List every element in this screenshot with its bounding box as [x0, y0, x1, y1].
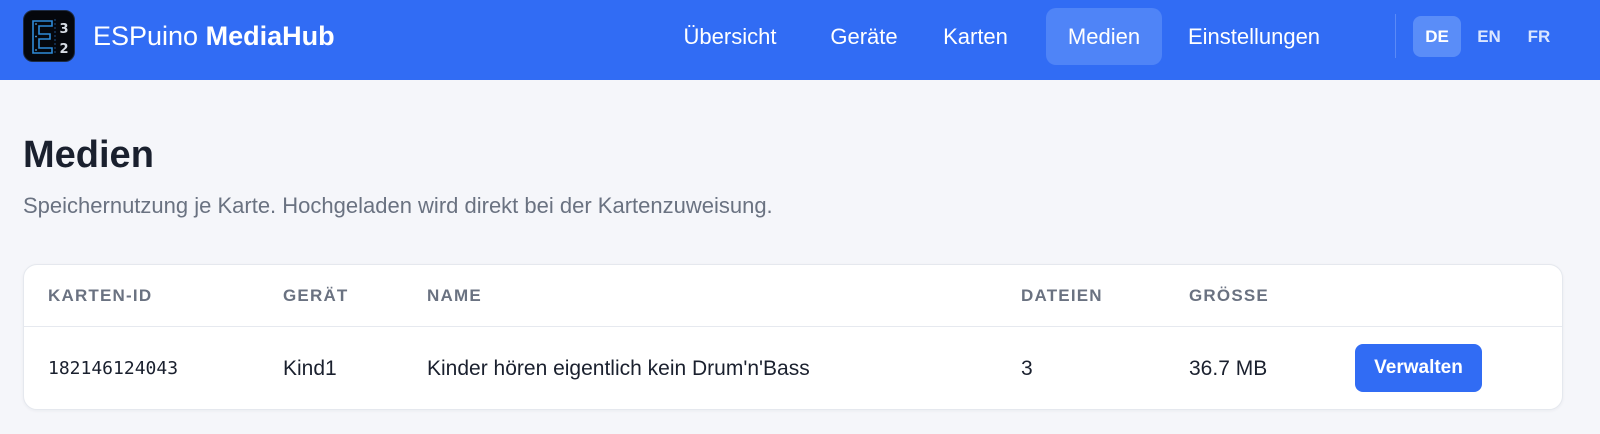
table-header-row: KARTEN-ID GERÄT NAME DATEIEN GRÖSSE — [24, 265, 1562, 327]
nav-item-karten[interactable]: Karten — [930, 8, 1021, 65]
table-row: 182146124043 Kind1 Kinder hören eigentli… — [24, 328, 1562, 410]
nav-item-uebersicht[interactable]: Übersicht — [676, 8, 784, 65]
logo-graphic: 3 2 E — [24, 11, 72, 59]
cell-device: Kind1 — [283, 357, 337, 380]
lang-fr-button[interactable]: FR — [1515, 16, 1563, 57]
app-title-bold: MediaHub — [205, 21, 335, 51]
nav-item-einstellungen[interactable]: Einstellungen — [1178, 8, 1330, 65]
app-title[interactable]: ESPuino MediaHub — [93, 20, 335, 52]
cell-name: Kinder hören eigentlich kein Drum'n'Bass — [427, 357, 810, 380]
column-header-files: DATEIEN — [1021, 286, 1103, 305]
media-table-card: KARTEN-ID GERÄT NAME DATEIEN GRÖSSE 1821… — [23, 264, 1563, 410]
cell-files: 3 — [1021, 357, 1033, 380]
column-header-device: GERÄT — [283, 286, 349, 305]
manage-button[interactable]: Verwalten — [1355, 344, 1482, 392]
nav-item-medien[interactable]: Medien — [1046, 8, 1162, 65]
app-title-light: ESPuino — [93, 21, 199, 51]
column-header-size: GRÖSSE — [1189, 286, 1269, 305]
page-subtitle: Speichernutzung je Karte. Hochgeladen wi… — [23, 193, 773, 218]
cell-size: 36.7 MB — [1189, 357, 1268, 380]
top-navbar: 3 2 E ESPuino MediaHub Übersicht Geräte … — [0, 0, 1600, 80]
nav-item-geraete[interactable]: Geräte — [818, 8, 910, 65]
cell-card-id: 182146124043 — [48, 358, 179, 379]
logo-digit-top: 3 — [59, 22, 68, 37]
nav-divider — [1395, 14, 1396, 58]
column-header-card-id: KARTEN-ID — [48, 286, 153, 305]
lang-en-button[interactable]: EN — [1465, 16, 1513, 57]
column-header-name: NAME — [427, 286, 482, 305]
logo-letter: E — [24, 11, 25, 12]
page-title: Medien — [23, 134, 154, 176]
lang-de-button[interactable]: DE — [1413, 16, 1461, 57]
esp32-chip-logo-icon[interactable]: 3 2 E — [23, 10, 75, 62]
logo-digit-bottom: 2 — [59, 42, 68, 57]
